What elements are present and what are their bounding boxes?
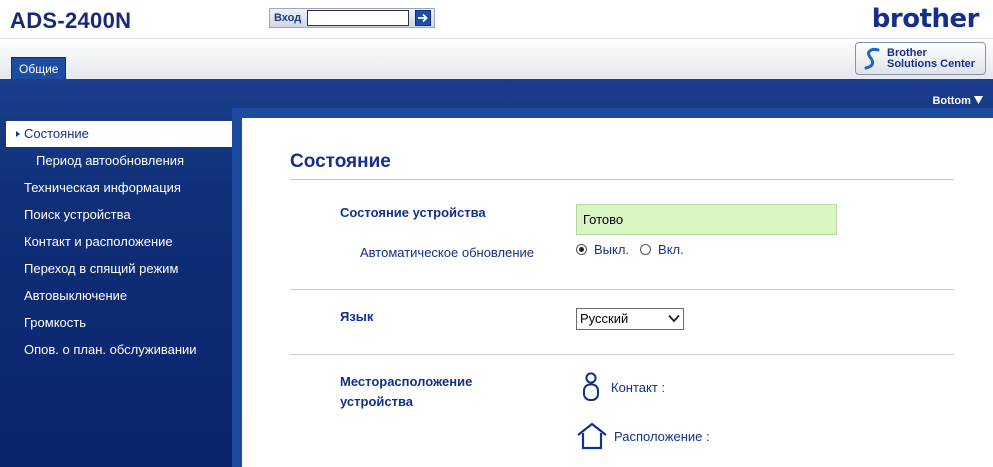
home-icon — [577, 422, 607, 450]
sidebar-item-find-device[interactable]: Поиск устройства — [0, 201, 232, 228]
language-select[interactable]: Русский — [576, 308, 684, 330]
device-status-value: Готово — [576, 204, 837, 235]
contact-row: Контакт : — [582, 372, 665, 402]
device-status-label: Состояние устройства — [340, 205, 486, 220]
auto-refresh-on-label[interactable]: Вкл. — [658, 242, 684, 257]
person-icon — [583, 372, 599, 401]
caret-right-icon — [16, 131, 20, 137]
sidebar-item-refresh-period[interactable]: Период автообновления — [0, 147, 232, 174]
sidebar-item-contact-location[interactable]: Контакт и расположение — [0, 228, 232, 255]
top-header: ADS-2400N Вход brother — [0, 0, 993, 39]
login-box: Вход — [269, 8, 435, 28]
contact-label: Контакт : — [611, 379, 666, 395]
sidebar-item-sleep-mode[interactable]: Переход в спящий режим — [0, 255, 232, 282]
sidebar-nav: Состояние Период автообновления Техничес… — [0, 121, 232, 363]
sidebar-item-tech-info[interactable]: Техническая информация — [0, 174, 232, 201]
language-label: Язык — [340, 309, 374, 324]
title-divider — [290, 179, 954, 180]
bottom-link[interactable]: Bottom — [932, 95, 983, 107]
section-divider — [290, 289, 954, 290]
location-row: Расположение : — [576, 422, 710, 450]
solutions-center-button[interactable]: Brother Solutions Center — [855, 42, 986, 75]
auto-refresh-radio-group: Выкл. Вкл. — [576, 242, 695, 257]
main-content: Состояние Состояние устройства Готово Ав… — [242, 118, 993, 467]
auto-refresh-off-label[interactable]: Выкл. — [594, 242, 629, 257]
login-submit-button[interactable] — [415, 10, 431, 26]
page-title: Состояние — [290, 151, 391, 172]
sidebar-item-status[interactable]: Состояние — [6, 121, 232, 147]
login-password-input[interactable] — [307, 10, 409, 26]
section-divider — [290, 354, 954, 355]
device-location-label: Месторасположение устройства — [340, 374, 473, 409]
sidebar-item-maintenance-notice[interactable]: Опов. о план. обслуживании — [0, 336, 232, 363]
brother-logo: brother — [871, 4, 980, 34]
location-label: Расположение : — [614, 428, 710, 444]
sidebar-item-auto-power-off[interactable]: Автовыключение — [0, 282, 232, 309]
login-label: Вход — [274, 12, 302, 24]
chevron-down-icon — [668, 314, 680, 323]
language-selected-value: Русский — [580, 311, 629, 326]
auto-refresh-on-radio[interactable] — [640, 244, 652, 255]
main-panel: Состояние Состояние устройства Готово Ав… — [232, 108, 993, 467]
model-name: ADS-2400N — [10, 8, 132, 33]
tab-general[interactable]: Общие — [11, 57, 67, 80]
solutions-center-label: Brother Solutions Center — [887, 47, 976, 70]
auto-refresh-off-radio[interactable] — [576, 244, 587, 255]
tab-strip: Общие Brother Solutions Center — [0, 39, 993, 80]
solutions-center-logo-icon — [864, 48, 880, 70]
sidebar-item-volume[interactable]: Громкость — [0, 309, 232, 336]
arrow-right-icon — [418, 13, 428, 23]
auto-refresh-label: Автоматическое обновление — [360, 245, 535, 260]
triangle-down-icon — [974, 96, 983, 104]
